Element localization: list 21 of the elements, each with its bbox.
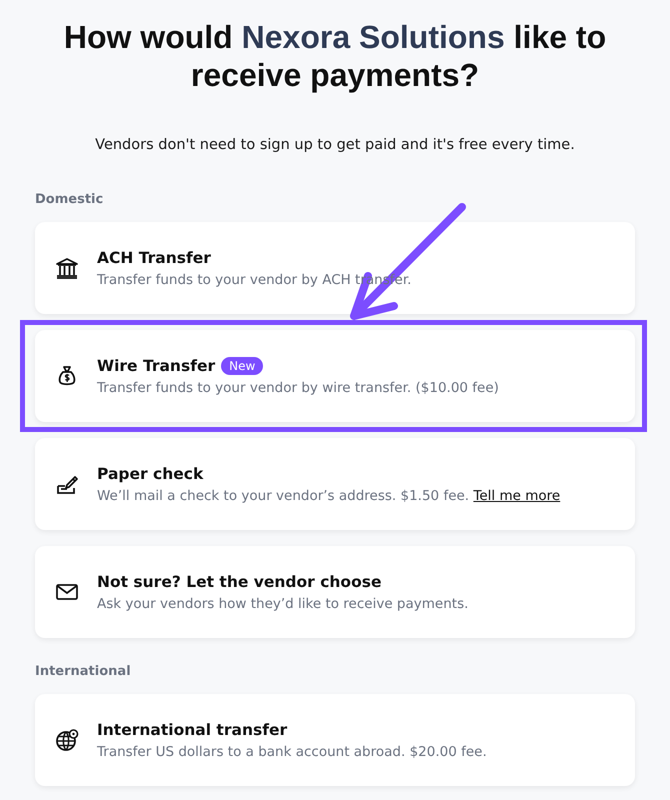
option-title: Not sure? Let the vendor choose: [97, 572, 382, 590]
option-title: International transfer: [97, 720, 288, 738]
section-label: Domestic: [35, 192, 104, 207]
subtitle: Vendors don't need to sign up to get paid and it's free every time.: [94, 137, 576, 153]
globe-icon: [55, 728, 79, 752]
option-title: Paper check: [97, 464, 204, 482]
payment-option-card[interactable]: Wire Transfer New Transfer funds to your vendor by wire transfer. ($10.00 fee): [35, 330, 635, 422]
option-title: ACH Transfer: [97, 248, 211, 266]
page-heading: How would Nexora Solutions like to receive payments?: [62, 18, 608, 94]
new-badge: New: [221, 356, 264, 374]
tell-me-more-link[interactable]: Tell me more: [473, 488, 560, 504]
option-description: Ask your vendors how they’d like to receive payments.: [97, 596, 468, 612]
payment-option-card[interactable]: Not sure? Let the vendor choose Ask your vendors how they’d like to receive payments.: [35, 546, 635, 638]
option-description: We’ll mail a check to your vendor’s address. $1.50 fee. Tell me more: [97, 488, 560, 504]
payment-option-card[interactable]: International transfer Transfer US dollars to a bank account abroad. $20.00 fee.: [35, 694, 635, 786]
section-label: International: [35, 664, 131, 679]
bank-icon: [55, 256, 79, 280]
option-title: Wire Transfer: [97, 356, 216, 374]
option-description: Transfer US dollars to a bank account abroad. $20.00 fee.: [97, 744, 487, 760]
payment-option-card[interactable]: Paper check We’ll mail a check to your vendor’s address. $1.50 fee. Tell me more: [35, 438, 635, 530]
option-description: Transfer funds to your vendor by wire transfer. ($10.00 fee): [97, 380, 499, 396]
